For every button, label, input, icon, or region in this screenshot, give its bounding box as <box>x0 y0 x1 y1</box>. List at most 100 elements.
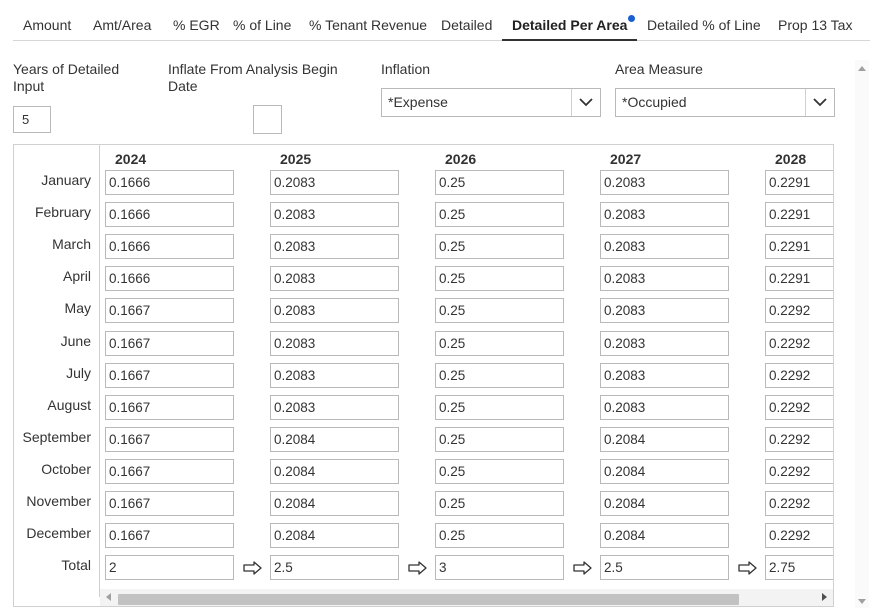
month-value-input[interactable]: 0.2084 <box>600 523 729 548</box>
month-value-input[interactable]: 0.1666 <box>105 170 234 195</box>
total-input[interactable]: 2.5 <box>600 555 729 580</box>
tab-detailed-per-area-label: Detailed Per Area <box>512 17 628 33</box>
total-input[interactable]: 2.75 <box>765 555 833 580</box>
year-header: 2028 <box>775 151 807 167</box>
month-value-input[interactable]: 0.2083 <box>600 202 729 227</box>
tab-detailed-of-line[interactable]: Detailed % of Line <box>647 0 761 40</box>
month-value-input[interactable]: 0.2083 <box>600 298 729 323</box>
month-value-input[interactable]: 0.2084 <box>270 459 399 484</box>
month-value-input[interactable]: 0.1667 <box>105 491 234 516</box>
month-value-input[interactable]: 0.2083 <box>270 363 399 388</box>
tab-egr[interactable]: % EGR <box>173 0 220 40</box>
month-value-input[interactable]: 0.1666 <box>105 202 234 227</box>
month-value-input[interactable]: 0.1667 <box>105 523 234 548</box>
month-value-input[interactable]: 0.2292 <box>765 395 833 420</box>
month-value-input[interactable]: 0.2292 <box>765 331 833 356</box>
year-header: 2024 <box>115 151 147 167</box>
month-value-input[interactable]: 0.2083 <box>270 298 399 323</box>
tab-bar: Amount Amt/Area % EGR % of Line % Tenant… <box>13 0 870 41</box>
scroll-right-icon[interactable] <box>822 593 827 601</box>
month-value-input[interactable]: 0.25 <box>435 234 564 259</box>
month-value-input[interactable]: 0.25 <box>435 395 564 420</box>
month-value-input[interactable]: 0.25 <box>435 459 564 484</box>
month-value-input[interactable]: 0.1666 <box>105 234 234 259</box>
month-value-input[interactable]: 0.2291 <box>765 170 833 195</box>
month-value-input[interactable]: 0.1667 <box>105 427 234 452</box>
month-value-input[interactable]: 0.2292 <box>765 491 833 516</box>
month-value-input[interactable]: 0.25 <box>435 491 564 516</box>
years-detailed-label-line1: Years of Detailed <box>13 61 120 77</box>
scroll-left-icon[interactable] <box>106 593 111 601</box>
arrow-right-icon[interactable] <box>408 561 428 575</box>
month-value-input[interactable]: 0.2292 <box>765 459 833 484</box>
arrow-right-icon[interactable] <box>243 561 263 575</box>
tab-detailed[interactable]: Detailed <box>441 0 492 40</box>
month-value-input[interactable]: 0.2292 <box>765 427 833 452</box>
month-value-input[interactable]: 0.2083 <box>270 170 399 195</box>
area-measure-select[interactable]: *Occupied <box>615 88 835 117</box>
month-value-input[interactable]: 0.2292 <box>765 523 833 548</box>
month-value-input[interactable]: 0.25 <box>435 202 564 227</box>
month-value-input[interactable]: 0.1667 <box>105 331 234 356</box>
month-value-input[interactable]: 0.2083 <box>600 266 729 291</box>
scroll-down-icon[interactable] <box>858 599 866 604</box>
month-value-input[interactable]: 0.2083 <box>270 395 399 420</box>
month-value-input[interactable]: 0.25 <box>435 363 564 388</box>
month-value-input[interactable]: 0.2083 <box>270 331 399 356</box>
month-value-input[interactable]: 0.1666 <box>105 266 234 291</box>
tab-of-line[interactable]: % of Line <box>233 0 291 40</box>
tab-amt-area[interactable]: Amt/Area <box>93 0 151 40</box>
arrow-right-icon[interactable] <box>738 561 758 575</box>
scroll-up-icon[interactable] <box>858 66 866 71</box>
month-value-input[interactable]: 0.2084 <box>600 427 729 452</box>
inflation-select[interactable]: *Expense <box>381 88 601 117</box>
inflate-from-begin-checkbox[interactable] <box>253 105 282 134</box>
month-value-input[interactable]: 0.2291 <box>765 266 833 291</box>
total-input[interactable]: 3 <box>435 555 564 580</box>
vertical-scrollbar[interactable] <box>855 60 869 608</box>
month-label: May <box>64 300 91 316</box>
month-value-input[interactable]: 0.1667 <box>105 395 234 420</box>
month-value-input[interactable]: 0.2292 <box>765 298 833 323</box>
month-value-input[interactable]: 0.2084 <box>270 523 399 548</box>
month-value-input[interactable]: 0.2083 <box>600 170 729 195</box>
month-value-input[interactable]: 0.2083 <box>270 202 399 227</box>
month-value-input[interactable]: 0.25 <box>435 331 564 356</box>
month-value-input[interactable]: 0.2084 <box>600 491 729 516</box>
total-input[interactable]: 2 <box>105 555 234 580</box>
month-value-input[interactable]: 0.25 <box>435 523 564 548</box>
inflate-label-line2: Date <box>168 78 198 94</box>
month-value-input[interactable]: 0.2083 <box>600 395 729 420</box>
month-value-input[interactable]: 0.2083 <box>600 234 729 259</box>
total-label: Total <box>61 557 91 573</box>
month-value-input[interactable]: 0.2084 <box>600 459 729 484</box>
month-value-input[interactable]: 0.2084 <box>270 427 399 452</box>
month-value-input[interactable]: 0.1667 <box>105 459 234 484</box>
total-input[interactable]: 2.5 <box>270 555 399 580</box>
month-value-input[interactable]: 0.2292 <box>765 363 833 388</box>
month-value-input[interactable]: 0.2083 <box>600 331 729 356</box>
horizontal-scroll-thumb[interactable] <box>118 594 739 605</box>
month-value-input[interactable]: 0.2084 <box>270 491 399 516</box>
month-label-column: January February March April May June July Augu… <box>14 145 99 606</box>
month-label: July <box>66 365 91 381</box>
tab-prop-13-tax[interactable]: Prop 13 Tax <box>778 0 852 40</box>
month-value-input[interactable]: 0.2083 <box>600 363 729 388</box>
month-value-input[interactable]: 0.2083 <box>270 234 399 259</box>
month-value-input[interactable]: 0.2291 <box>765 234 833 259</box>
month-value-input[interactable]: 0.2291 <box>765 202 833 227</box>
tab-detailed-per-area[interactable]: Detailed Per Area <box>502 0 638 41</box>
month-value-input[interactable]: 0.25 <box>435 427 564 452</box>
month-value-input[interactable]: 0.25 <box>435 266 564 291</box>
month-value-input[interactable]: 0.2083 <box>270 266 399 291</box>
month-value-input[interactable]: 0.1667 <box>105 298 234 323</box>
tab-tenant-revenue[interactable]: % Tenant Revenue <box>309 0 427 40</box>
tab-amount[interactable]: Amount <box>23 0 71 40</box>
years-detailed-input[interactable] <box>13 106 51 133</box>
arrow-right-icon[interactable] <box>573 561 593 575</box>
month-value-input[interactable]: 0.25 <box>435 170 564 195</box>
month-value-input[interactable]: 0.25 <box>435 298 564 323</box>
horizontal-scrollbar[interactable] <box>100 589 833 606</box>
month-value-input[interactable]: 0.1667 <box>105 363 234 388</box>
month-label: December <box>26 525 91 541</box>
